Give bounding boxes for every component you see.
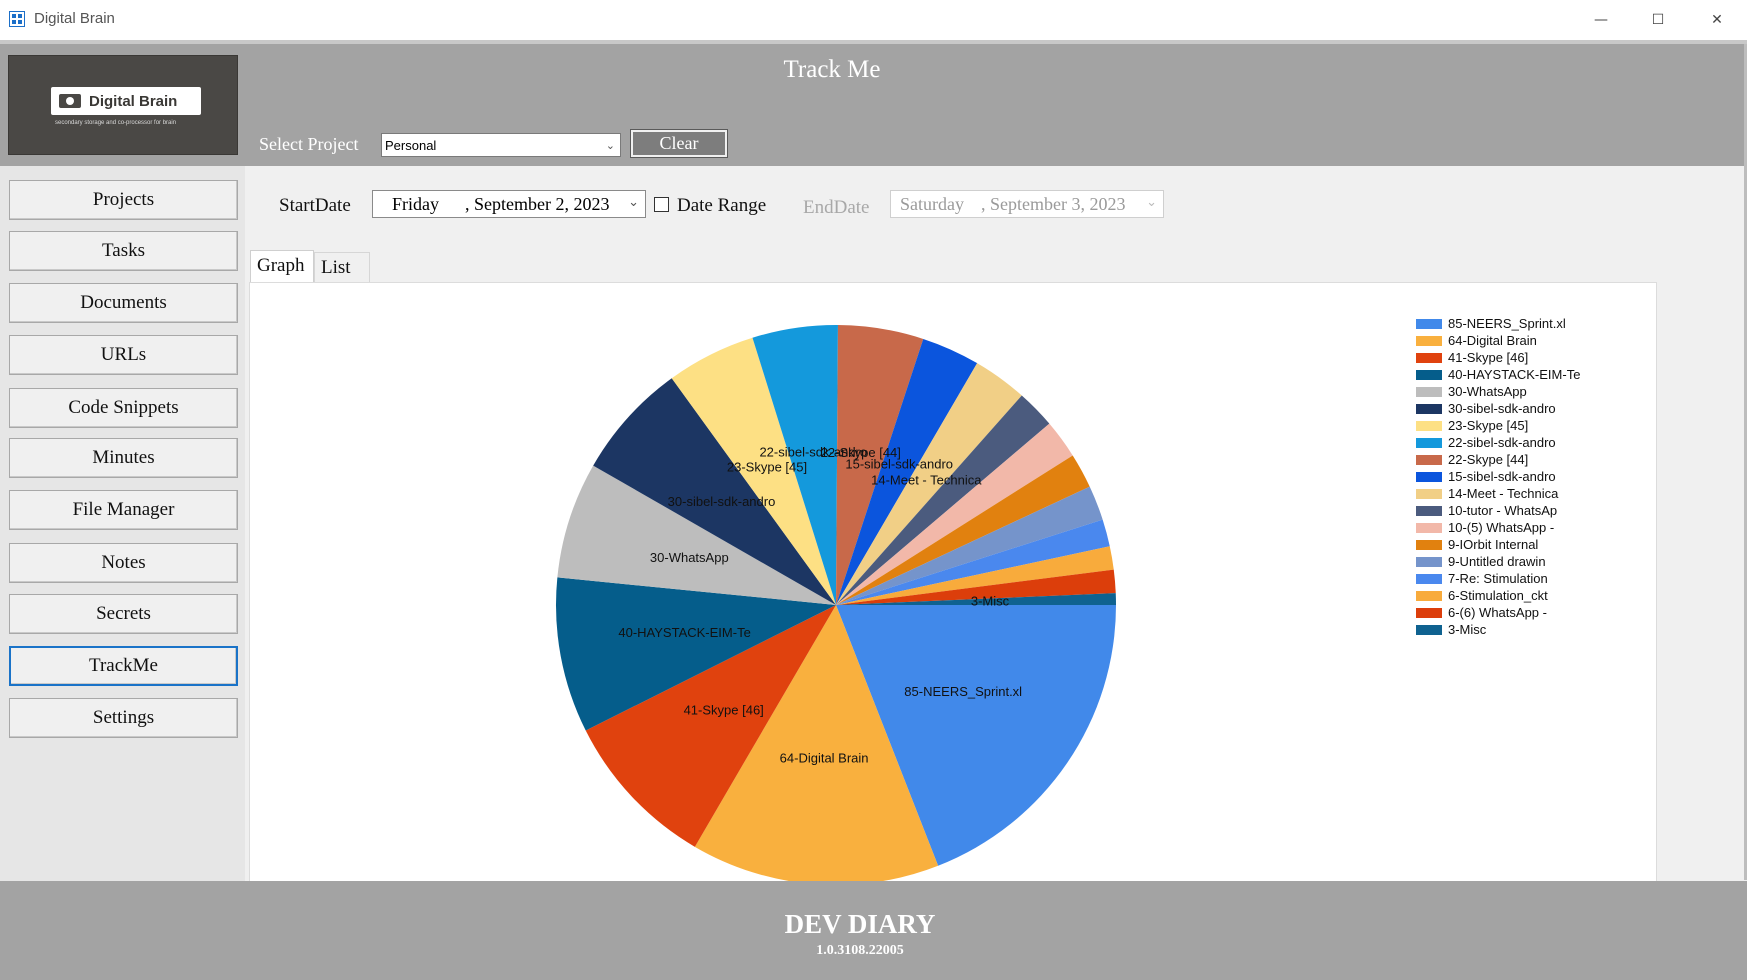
start-date-picker[interactable]: Friday , September 2, 2023 ⌄	[372, 190, 646, 218]
legend-swatch	[1416, 353, 1442, 363]
legend-label: 6-Stimulation_ckt	[1448, 588, 1548, 603]
logo-tagline: secondary storage and co-processor for b…	[55, 120, 177, 126]
slice-label: 85-NEERS_Sprint.xl	[904, 684, 1022, 699]
start-date-day: Friday	[392, 194, 439, 214]
end-date-label: EndDate	[803, 197, 870, 218]
logo: Digital Brain secondary storage and co-p…	[8, 55, 238, 155]
nav-urls-button[interactable]: URLs	[9, 335, 238, 375]
legend-label: 9-IOrbit Internal	[1448, 537, 1539, 552]
chevron-down-icon: ⌄	[1146, 195, 1157, 210]
legend-swatch	[1416, 319, 1442, 329]
legend-label: 10-(5) WhatsApp -	[1448, 520, 1555, 535]
nav-tasks-button[interactable]: Tasks	[9, 231, 238, 271]
legend-label: 15-sibel-sdk-andro	[1448, 469, 1556, 484]
legend-swatch	[1416, 404, 1442, 414]
pie-chart: 85-NEERS_Sprint.xl 64-Digital Brain 41-Sky…	[556, 325, 1116, 881]
clear-button[interactable]: Clear	[630, 129, 728, 158]
legend-label: 64-Digital Brain	[1448, 333, 1537, 348]
app-icon	[9, 11, 25, 27]
end-date-rest: , September 3, 2023	[981, 194, 1126, 214]
legend-label: 9-Untitled drawin	[1448, 554, 1546, 569]
legend-swatch	[1416, 421, 1442, 431]
sidebar: Projects Tasks Documents URLs Code Snipp…	[0, 166, 245, 881]
slice-label: 64-Digital Brain	[780, 751, 869, 766]
legend-swatch	[1416, 472, 1442, 482]
legend-swatch	[1416, 608, 1442, 618]
legend-label: 30-sibel-sdk-andro	[1448, 401, 1556, 416]
legend-label: 23-Skype [45]	[1448, 418, 1529, 433]
footer-version: 1.0.3108.22005	[816, 943, 904, 958]
legend-label: 7-Re: Stimulation	[1448, 571, 1548, 586]
legend-swatch	[1416, 387, 1442, 397]
project-select[interactable]: Personal ⌄	[381, 133, 621, 157]
slice-label: 14-Meet - Technica	[871, 472, 982, 487]
nav-settings-button[interactable]: Settings	[9, 698, 238, 738]
tab-list[interactable]: List	[314, 252, 370, 282]
nav-secrets-button[interactable]: Secrets	[9, 594, 238, 634]
nav-projects-button[interactable]: Projects	[9, 180, 238, 220]
page-title: Track Me	[783, 56, 881, 83]
legend-swatch	[1416, 591, 1442, 601]
slice-label: 30-WhatsApp	[650, 550, 729, 565]
start-date-label: StartDate	[279, 195, 351, 216]
legend-swatch	[1416, 574, 1442, 584]
date-range-checkbox[interactable]	[654, 197, 669, 212]
legend-label: 85-NEERS_Sprint.xl	[1448, 316, 1566, 331]
legend-swatch	[1416, 370, 1442, 380]
nav-trackme-button[interactable]: TrackMe	[9, 646, 238, 686]
legend-label: 22-sibel-sdk-andro	[1448, 435, 1556, 450]
legend-label: 6-(6) WhatsApp -	[1448, 605, 1547, 620]
legend-swatch	[1416, 523, 1442, 533]
graph-panel: 85-NEERS_Sprint.xl 64-Digital Brain 41-Sky…	[249, 282, 1657, 882]
legend-swatch	[1416, 336, 1442, 346]
close-button[interactable]: ✕	[1694, 6, 1740, 34]
legend-label: 41-Skype [46]	[1448, 350, 1529, 365]
slice-label: 30-sibel-sdk-andro	[668, 494, 776, 509]
chevron-down-icon: ⌄	[605, 139, 615, 152]
end-date-day: Saturday	[900, 194, 964, 214]
tab-graph[interactable]: Graph	[250, 250, 314, 282]
nav-file-manager-button[interactable]: File Manager	[9, 490, 238, 530]
legend-label: 22-Skype [44]	[1448, 452, 1529, 467]
legend-swatch	[1416, 438, 1442, 448]
nav-notes-button[interactable]: Notes	[9, 543, 238, 583]
end-date-picker[interactable]: Saturday , September 3, 2023 ⌄	[890, 190, 1164, 218]
slice-label: 3-Misc	[971, 594, 1010, 609]
legend-swatch	[1416, 625, 1442, 635]
footer: DEV DIARY 1.0.3108.22005	[0, 881, 1747, 980]
legend-label: 30-WhatsApp	[1448, 384, 1527, 399]
legend-label: 40-HAYSTACK-EIM-Te	[1448, 367, 1581, 382]
maximize-button[interactable]: ☐	[1635, 6, 1681, 34]
legend-swatch	[1416, 506, 1442, 516]
nav-documents-button[interactable]: Documents	[9, 283, 238, 323]
legend-label: 3-Misc	[1448, 622, 1487, 637]
logo-badge: Digital Brain	[51, 87, 201, 115]
project-select-value: Personal	[385, 138, 437, 153]
logo-name: Digital Brain	[89, 92, 178, 110]
legend-swatch	[1416, 540, 1442, 550]
legend-swatch	[1416, 557, 1442, 567]
minimize-button[interactable]: —	[1578, 6, 1624, 34]
nav-code-snippets-button[interactable]: Code Snippets	[9, 388, 238, 428]
window-titlebar: Digital Brain — ☐ ✕	[0, 0, 1747, 41]
start-date-rest: , September 2, 2023	[465, 194, 610, 214]
legend-label: 14-Meet - Technica	[1448, 486, 1559, 501]
slice-label: 41-Skype [46]	[684, 702, 764, 717]
legend-label: 10-tutor - WhatsAp	[1448, 503, 1558, 518]
legend-swatch	[1416, 455, 1442, 465]
nav-minutes-button[interactable]: Minutes	[9, 438, 238, 478]
legend-swatch	[1416, 489, 1442, 499]
chevron-down-icon: ⌄	[628, 195, 639, 210]
slice-label: 15-sibel-sdk-andro	[845, 457, 953, 472]
slice-label: 40-HAYSTACK-EIM-Te	[618, 625, 750, 640]
window-title: Digital Brain	[34, 10, 115, 27]
slice-label: 23-Skype [45]	[727, 459, 807, 474]
select-project-label: Select Project	[259, 134, 359, 154]
date-range-label: Date Range	[677, 195, 767, 216]
footer-title: DEV DIARY	[784, 909, 936, 939]
camera-icon	[59, 94, 81, 108]
